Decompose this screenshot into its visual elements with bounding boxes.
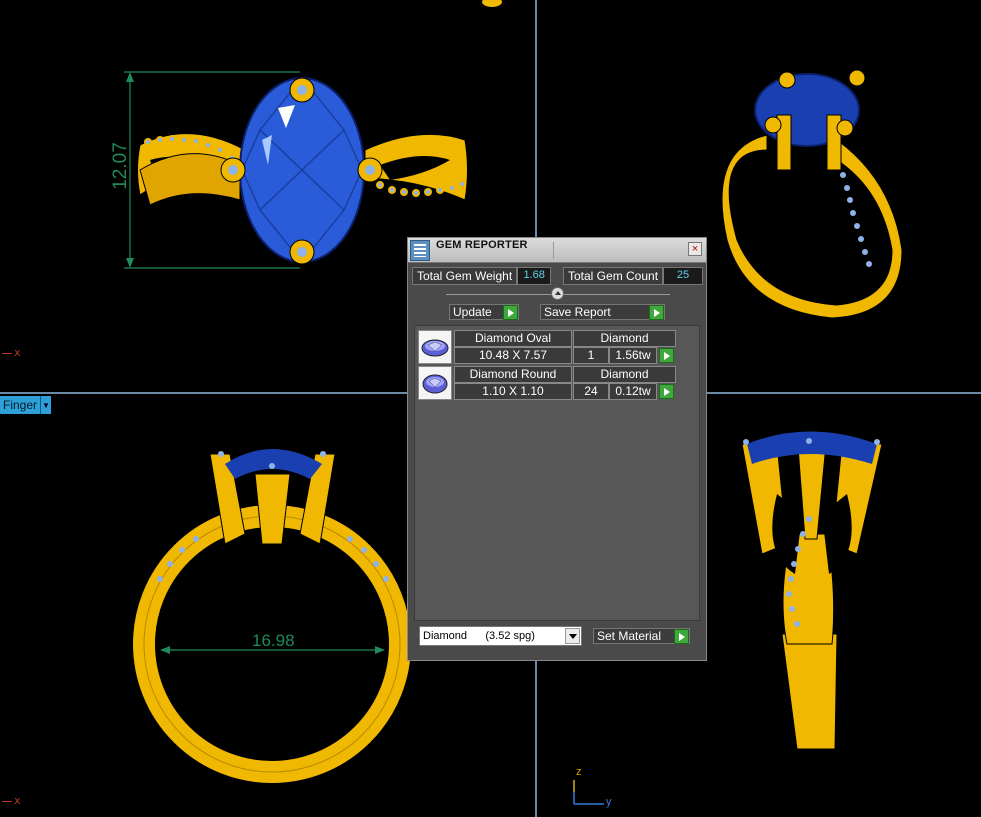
play-icon[interactable]: [503, 305, 518, 320]
save-report-label: Save Report: [544, 305, 611, 319]
update-button[interactable]: Update: [449, 304, 519, 320]
gem-reporter-panel[interactable]: GEM REPORTER × Total Gem Weight 1.68 Tot…: [407, 237, 707, 661]
set-material-label: Set Material: [597, 629, 662, 643]
gem-material: Diamond: [573, 330, 676, 347]
collapse-toggle-icon[interactable]: [551, 287, 564, 300]
oval-gem-graphic: [421, 339, 449, 357]
total-weight-value: 1.68: [517, 267, 552, 285]
gem-reporter-titlebar[interactable]: GEM REPORTER ×: [408, 238, 706, 263]
axis-x-indicator-bottom: x: [2, 794, 21, 807]
title-divider: [553, 242, 554, 259]
gem-size: 10.48 X 7.57: [454, 347, 572, 364]
material-select[interactable]: Diamond (3.52 spg): [419, 626, 582, 646]
dimension-label-height: 12.07: [110, 142, 131, 190]
close-icon[interactable]: ×: [688, 242, 702, 256]
view-name-dropdown[interactable]: Finger ▼: [0, 396, 52, 414]
update-label: Update: [453, 305, 492, 319]
gem-weight: 1.56tw: [609, 347, 657, 364]
material-select-value: Diamond (3.52 spg): [423, 630, 535, 642]
gem-reporter-app-icon: [410, 240, 430, 261]
play-icon[interactable]: [649, 305, 664, 320]
axis-y-label: y: [606, 796, 612, 808]
axis-x-indicator: x: [2, 346, 21, 359]
chevron-down-icon[interactable]: ▼: [40, 396, 52, 414]
total-weight-group: Total Gem Weight 1.68: [412, 267, 552, 285]
gem-list[interactable]: Diamond Oval Diamond 10.48 X 7.57 1 1.56…: [414, 325, 700, 621]
gem-list-item[interactable]: Diamond Round Diamond 1.10 X 1.10 24 0.1…: [418, 366, 678, 400]
gem-list-item[interactable]: Diamond Oval Diamond 10.48 X 7.57 1 1.56…: [418, 330, 678, 364]
total-count-group: Total Gem Count 25: [563, 267, 704, 285]
round-gem-icon: [418, 366, 452, 400]
axis-zy-indicator: z y: [566, 766, 616, 812]
gem-shape: Diamond Oval: [454, 330, 572, 347]
total-weight-label: Total Gem Weight: [412, 267, 518, 285]
axis-z-label: z: [576, 766, 582, 778]
gem-weight: 0.12tw: [609, 383, 657, 400]
play-icon[interactable]: [674, 629, 689, 644]
chevron-down-icon[interactable]: [565, 628, 580, 644]
gem-shape: Diamond Round: [454, 366, 572, 383]
gem-count: 1: [573, 347, 609, 364]
set-material-button[interactable]: Set Material: [593, 628, 690, 644]
save-report-button[interactable]: Save Report: [540, 304, 665, 320]
gem-size: 1.10 X 1.10: [454, 383, 572, 400]
gem-material: Diamond: [573, 366, 676, 383]
play-icon[interactable]: [659, 348, 674, 363]
total-count-label: Total Gem Count: [563, 267, 664, 285]
gem-count: 24: [573, 383, 609, 400]
panel-title: GEM REPORTER: [436, 239, 528, 251]
play-icon[interactable]: [659, 384, 674, 399]
total-count-value: 25: [663, 267, 704, 285]
oval-gem-icon: [418, 330, 452, 364]
dimension-label-width: 16.98: [252, 631, 295, 650]
view-name-label: Finger: [0, 396, 41, 414]
round-gem-graphic: [422, 374, 448, 394]
